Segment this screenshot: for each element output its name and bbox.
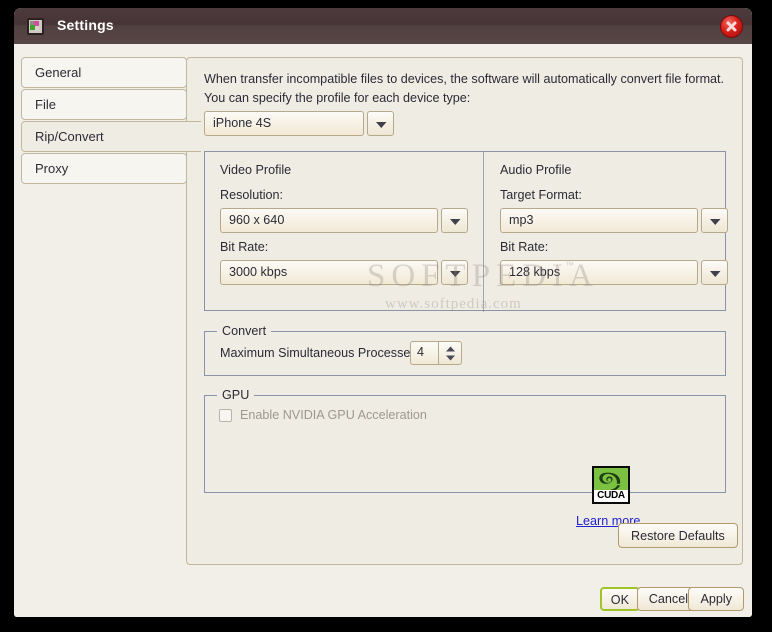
cuda-label: CUDA: [594, 490, 628, 502]
title-bar[interactable]: Settings: [14, 8, 752, 44]
sidebar-item-rip-convert[interactable]: Rip/Convert: [21, 121, 201, 152]
sidebar-item-label: Proxy: [35, 161, 69, 176]
gpu-groupbox: GPU Enable NVIDIA GPU Acceleration CUDA …: [204, 388, 726, 528]
gpu-acceleration-label: Enable NVIDIA GPU Acceleration: [240, 408, 427, 422]
window-body: General File Rip/Convert Proxy When tran…: [14, 44, 752, 579]
app-settings-icon: [27, 18, 44, 35]
window-title: Settings: [57, 17, 114, 33]
gpu-legend: GPU: [217, 388, 255, 402]
resolution-field[interactable]: 960 x 640: [220, 208, 438, 233]
video-bitrate-label: Bit Rate:: [220, 240, 269, 254]
max-processes-field[interactable]: 4: [410, 341, 439, 365]
profiles-panel: Video Profile Resolution: 960 x 640 Bit …: [204, 151, 728, 312]
device-profile-field[interactable]: iPhone 4S: [204, 111, 364, 136]
sidebar-item-label: Rip/Convert: [35, 129, 104, 144]
chevron-down-icon[interactable]: [367, 111, 394, 136]
audio-bitrate-label: Bit Rate:: [500, 240, 549, 254]
audio-bitrate-value: 128 kbps: [509, 265, 561, 279]
settings-window: Settings General File Rip/Convert Proxy: [14, 8, 752, 617]
restore-defaults-button[interactable]: Restore Defaults: [618, 523, 738, 548]
sidebar: General File Rip/Convert Proxy: [21, 57, 201, 185]
audio-profile-title: Audio Profile: [500, 163, 572, 177]
chevron-down-icon[interactable]: [701, 208, 728, 233]
chevron-down-icon[interactable]: [441, 260, 468, 285]
chevron-down-icon[interactable]: [701, 260, 728, 285]
description-text: When transfer incompatible files to devi…: [204, 72, 725, 105]
chevron-down-icon[interactable]: [441, 208, 468, 233]
sidebar-item-label: General: [35, 65, 82, 80]
sidebar-item-proxy[interactable]: Proxy: [21, 153, 187, 184]
target-format-dropdown[interactable]: mp3: [500, 208, 728, 233]
dialog-footer: OK Cancel Apply: [14, 579, 752, 617]
resolution-value: 960 x 640: [229, 213, 285, 227]
video-profile-title: Video Profile: [220, 163, 292, 177]
video-bitrate-field[interactable]: 3000 kbps: [220, 260, 438, 285]
sidebar-item-file[interactable]: File: [21, 89, 187, 120]
gpu-acceleration-checkbox[interactable]: [219, 409, 232, 422]
max-processes-value: 4: [417, 345, 425, 359]
ok-button[interactable]: OK: [599, 587, 640, 611]
convert-legend: Convert: [217, 324, 272, 338]
target-format-label: Target Format:: [500, 188, 582, 202]
close-icon[interactable]: [720, 15, 743, 38]
target-format-field[interactable]: mp3: [500, 208, 698, 233]
target-format-value: mp3: [509, 213, 534, 227]
video-bitrate-value: 3000 kbps: [229, 265, 288, 279]
audio-bitrate-field[interactable]: 128 kbps: [500, 260, 698, 285]
stepper-arrows-icon[interactable]: [438, 341, 462, 365]
device-profile-value: iPhone 4S: [213, 116, 272, 130]
device-profile-dropdown[interactable]: iPhone 4S: [204, 111, 394, 136]
content-panel: When transfer incompatible files to devi…: [186, 57, 743, 565]
resolution-dropdown[interactable]: 960 x 640: [220, 208, 468, 233]
apply-button[interactable]: Apply: [688, 587, 744, 611]
profiles-divider: [483, 152, 484, 312]
max-processes-label: Maximum Simultaneous Processes:: [220, 346, 421, 360]
max-processes-stepper[interactable]: 4: [410, 341, 462, 365]
sidebar-item-general[interactable]: General: [21, 57, 187, 88]
sidebar-item-label: File: [35, 97, 56, 112]
convert-groupbox: Convert Maximum Simultaneous Processes: …: [204, 324, 726, 376]
resolution-label: Resolution:: [220, 188, 284, 202]
cuda-logo-icon: CUDA: [592, 466, 630, 504]
video-bitrate-dropdown[interactable]: 3000 kbps: [220, 260, 468, 285]
audio-bitrate-dropdown[interactable]: 128 kbps: [500, 260, 728, 285]
